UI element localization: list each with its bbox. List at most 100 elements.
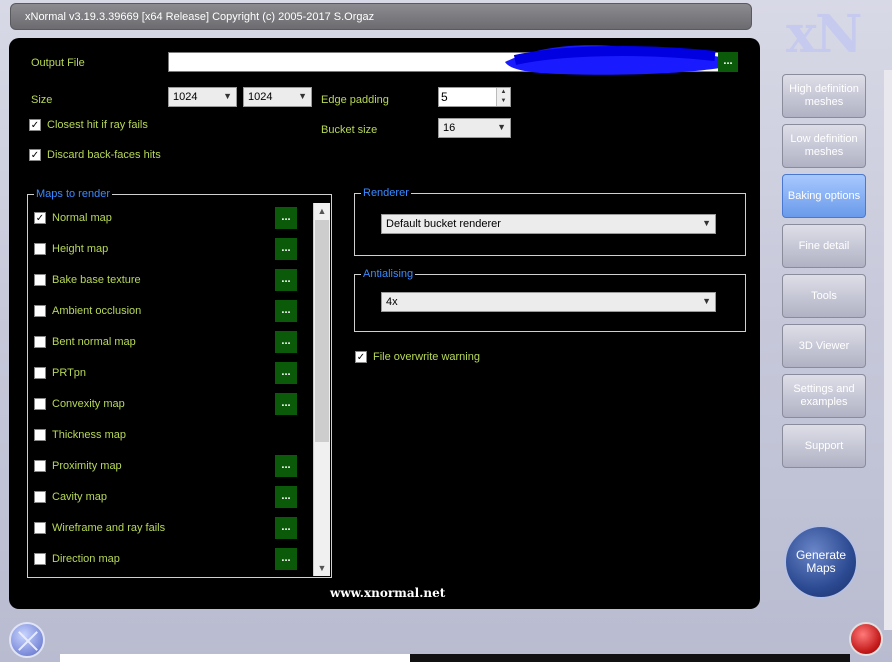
map-label: Height map bbox=[52, 243, 109, 255]
map-label: Bake base texture bbox=[52, 274, 141, 286]
scroll-down-icon[interactable]: ▼ bbox=[314, 560, 330, 576]
chevron-down-icon: ▼ bbox=[497, 122, 506, 132]
sidebar-item[interactable]: High definition meshes bbox=[782, 74, 866, 118]
map-checkbox[interactable]: ✓ bbox=[34, 212, 46, 224]
renderer-group-title: Renderer bbox=[361, 187, 411, 199]
sidebar-item[interactable]: 3D Viewer bbox=[782, 324, 866, 368]
sidebar-item[interactable]: Support bbox=[782, 424, 866, 468]
sidebar-item[interactable]: Tools bbox=[782, 274, 866, 318]
antialiasing-value: 4x bbox=[386, 296, 398, 308]
map-options-button[interactable]: ... bbox=[275, 269, 297, 291]
taskbar-strip-dark bbox=[410, 654, 850, 662]
map-row[interactable]: Direction map... bbox=[34, 548, 302, 570]
map-label: Convexity map bbox=[52, 398, 125, 410]
file-overwrite-label: File overwrite warning bbox=[373, 351, 480, 363]
sidebar-item-label: Baking options bbox=[787, 189, 861, 202]
map-checkbox[interactable] bbox=[34, 336, 46, 348]
bucket-size-value: 16 bbox=[443, 122, 456, 134]
sidebar-item-label: 3D Viewer bbox=[798, 339, 850, 352]
redaction-scribble bbox=[505, 45, 725, 75]
sidebar-item[interactable]: Baking options bbox=[782, 174, 866, 218]
sidebar-item[interactable]: Low definition meshes bbox=[782, 124, 866, 168]
spinner-buttons[interactable]: ▲ ▼ bbox=[496, 88, 510, 106]
size-label: Size bbox=[31, 94, 53, 106]
map-row[interactable]: Wireframe and ray fails... bbox=[34, 517, 302, 539]
maps-scrollbar[interactable]: ▲ ▼ bbox=[313, 203, 330, 576]
sidebar-item-label: Support bbox=[804, 439, 844, 452]
map-checkbox[interactable] bbox=[34, 522, 46, 534]
map-options-button[interactable]: ... bbox=[275, 548, 297, 570]
renderer-select[interactable]: Default bucket renderer ▼ bbox=[381, 214, 716, 234]
about-icon[interactable] bbox=[9, 622, 45, 658]
map-options-button[interactable]: ... bbox=[275, 362, 297, 384]
close-icon[interactable] bbox=[849, 622, 883, 656]
window-title: xNormal v3.19.3.39669 [x64 Release] Copy… bbox=[25, 11, 375, 23]
xnormal-logo: xN bbox=[786, 4, 863, 65]
sidebar-item-label: Low definition meshes bbox=[790, 133, 858, 158]
map-checkbox[interactable] bbox=[34, 429, 46, 441]
chevron-down-icon: ▼ bbox=[702, 218, 711, 228]
spin-down-icon[interactable]: ▼ bbox=[497, 97, 510, 106]
generate-maps-button[interactable]: Generate Maps bbox=[784, 525, 858, 599]
map-label: Cavity map bbox=[52, 491, 108, 503]
map-row[interactable]: ✓ Normal map... bbox=[34, 207, 302, 229]
sidebar-item-label: High definition meshes bbox=[789, 83, 859, 108]
scroll-up-icon[interactable]: ▲ bbox=[314, 203, 330, 219]
map-checkbox[interactable] bbox=[34, 553, 46, 565]
map-checkbox[interactable] bbox=[34, 243, 46, 255]
sidebar-item[interactable]: Settings and examples bbox=[782, 374, 866, 418]
map-options-button[interactable]: ... bbox=[275, 300, 297, 322]
map-row[interactable]: Bake base texture... bbox=[34, 269, 302, 291]
map-label: Direction map bbox=[52, 553, 120, 565]
map-options-button[interactable]: ... bbox=[275, 517, 297, 539]
map-label: PRTpn bbox=[52, 367, 87, 379]
map-options-button[interactable]: ... bbox=[275, 207, 297, 229]
map-checkbox[interactable] bbox=[34, 398, 46, 410]
antialiasing-group-title: Antialising bbox=[361, 268, 416, 280]
map-row[interactable]: Proximity map... bbox=[34, 455, 302, 477]
chevron-down-icon: ▼ bbox=[298, 91, 307, 101]
scroll-thumb[interactable] bbox=[315, 220, 329, 442]
bucket-size-select[interactable]: 16 ▼ bbox=[438, 118, 511, 138]
sidebar-item[interactable]: Fine detail bbox=[782, 224, 866, 268]
discard-backfaces-checkbox[interactable]: ✓ bbox=[29, 149, 41, 161]
file-overwrite-checkbox[interactable]: ✓ bbox=[355, 351, 367, 363]
map-options-button[interactable]: ... bbox=[275, 331, 297, 353]
title-bar[interactable]: xNormal v3.19.3.39669 [x64 Release] Copy… bbox=[10, 3, 752, 30]
spin-up-icon[interactable]: ▲ bbox=[497, 88, 510, 97]
size-width-value: 1024 bbox=[173, 91, 198, 103]
size-width-select[interactable]: 1024 ▼ bbox=[168, 87, 237, 107]
size-height-select[interactable]: 1024 ▼ bbox=[243, 87, 312, 107]
map-row[interactable]: Convexity map... bbox=[34, 393, 302, 415]
map-checkbox[interactable] bbox=[34, 460, 46, 472]
sidebar-item-label: Tools bbox=[811, 289, 837, 302]
map-options-button[interactable]: ... bbox=[275, 455, 297, 477]
output-file-label: Output File bbox=[31, 57, 85, 69]
renderer-value: Default bucket renderer bbox=[386, 218, 501, 230]
size-height-value: 1024 bbox=[248, 91, 273, 103]
map-options-button[interactable]: ... bbox=[275, 238, 297, 260]
sidebar-item-label: Fine detail bbox=[798, 239, 850, 252]
chevron-down-icon: ▼ bbox=[223, 91, 232, 101]
map-options-button[interactable]: ... bbox=[275, 393, 297, 415]
website-url[interactable]: www.xnormal.net bbox=[330, 586, 445, 600]
map-label: Bent normal map bbox=[52, 336, 136, 348]
browse-output-button[interactable]: ... bbox=[718, 52, 738, 72]
map-row[interactable]: Cavity map... bbox=[34, 486, 302, 508]
map-row[interactable]: Height map... bbox=[34, 238, 302, 260]
map-checkbox[interactable] bbox=[34, 367, 46, 379]
map-checkbox[interactable] bbox=[34, 274, 46, 286]
map-checkbox[interactable] bbox=[34, 305, 46, 317]
map-row[interactable]: PRTpn... bbox=[34, 362, 302, 384]
map-options-button[interactable]: ... bbox=[275, 486, 297, 508]
discard-backfaces-label: Discard back-faces hits bbox=[47, 149, 161, 161]
map-checkbox[interactable] bbox=[34, 491, 46, 503]
map-label: Thickness map bbox=[52, 429, 126, 441]
map-row[interactable]: Ambient occlusion... bbox=[34, 300, 302, 322]
map-row[interactable]: Thickness map bbox=[34, 424, 302, 446]
edge-padding-spinner[interactable]: 5 ▲ ▼ bbox=[438, 87, 511, 107]
maps-group-title: Maps to render bbox=[34, 188, 112, 200]
map-row[interactable]: Bent normal map... bbox=[34, 331, 302, 353]
closest-hit-checkbox[interactable]: ✓ bbox=[29, 119, 41, 131]
antialiasing-select[interactable]: 4x ▼ bbox=[381, 292, 716, 312]
